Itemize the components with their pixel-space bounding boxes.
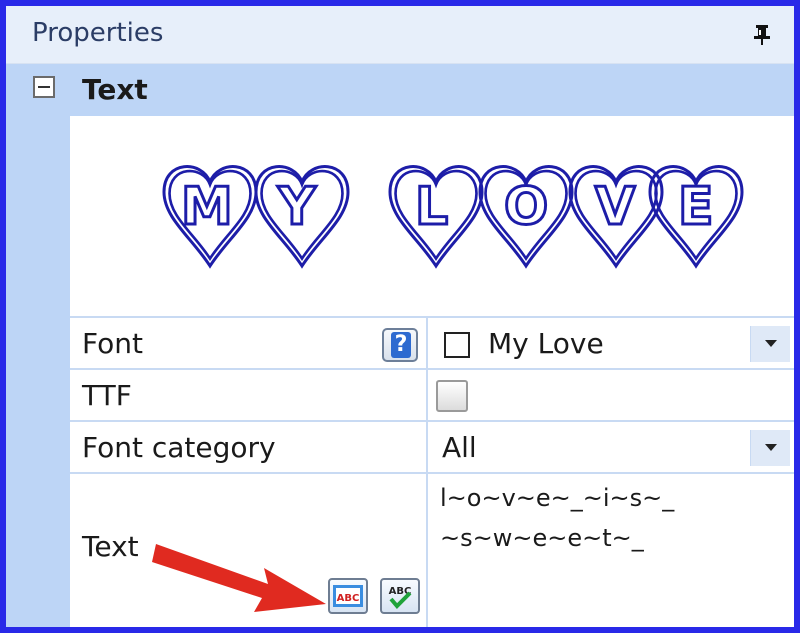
window-frame: Properties Text M Y L O V E Font ? My Lo… <box>0 0 800 633</box>
properties-panel: Properties Text M Y L O V E Font ? My Lo… <box>6 6 794 627</box>
red-arrow-annotation <box>152 544 326 612</box>
